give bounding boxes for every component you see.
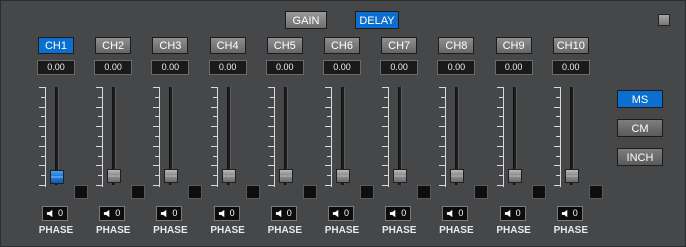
phase-label: PHASE [210,225,245,236]
speaker-icon [332,209,339,218]
phase-label: PHASE [95,225,131,236]
channel-select-box-8[interactable] [474,185,489,199]
phase-value: 0 [572,208,578,218]
unit-cm-button[interactable]: CM [617,119,663,137]
channel-button-8[interactable]: CH8 [438,37,475,54]
phase-toggle-4[interactable]: 0 [213,206,240,221]
fader-knob-8[interactable] [450,169,465,183]
phase-toggle-10[interactable]: 0 [556,206,583,221]
channel-button-3[interactable]: CH3 [152,37,189,54]
phase-value: 0 [286,208,292,218]
delay-value-field-1[interactable]: 0.00 [37,60,75,75]
fader-scale [325,87,332,187]
speaker-icon [104,209,110,218]
fader-scale [267,87,275,187]
channel-select-box-1[interactable] [74,185,88,199]
phase-toggle-7[interactable]: 0 [385,206,412,221]
speaker-icon [447,209,453,218]
channel-button-4[interactable]: CH4 [209,37,246,54]
delay-panel: GAIN DELAY MS CM INCH CH1 0.00 0 PHASE CH2 0.… [0,0,686,247]
channel-select-box-9[interactable] [531,185,546,199]
fader-scale [496,87,504,187]
delay-value-field-9[interactable]: 0.00 [494,60,533,75]
speaker-icon [561,209,568,218]
channel-select-box-2[interactable] [131,185,146,199]
fader-knob-2[interactable] [107,169,122,183]
channel-button-1[interactable]: CH1 [38,37,74,54]
phase-toggle-6[interactable]: 0 [328,206,354,221]
speaker-icon [275,209,282,218]
delay-value-field-2[interactable]: 0.00 [94,60,133,75]
delay-value-field-4[interactable]: 0.00 [208,60,247,75]
delay-value-field-7[interactable]: 0.00 [380,60,419,75]
phase-toggle-9[interactable]: 0 [499,206,526,221]
fader-scale [382,87,390,187]
speaker-icon [504,209,510,218]
phase-label: PHASE [153,225,188,236]
phase-value: 0 [58,208,64,218]
channel-button-6[interactable]: CH6 [324,37,360,54]
delay-value-field-10[interactable]: 0.00 [551,60,590,75]
delay-value-field-3[interactable]: 0.00 [151,60,190,75]
unit-inch-button[interactable]: INCH [617,148,663,166]
phase-value: 0 [344,208,350,218]
fader-scale [553,87,561,187]
channel-select-box-6[interactable] [360,185,374,199]
channel-select-box-5[interactable] [302,185,317,199]
fader-knob-10[interactable] [564,169,579,183]
delay-value-field-6[interactable]: 0.00 [323,60,361,75]
phase-label: PHASE [267,225,303,236]
fader-knob-1[interactable] [50,170,64,184]
fader-scale [96,87,104,187]
phase-label: PHASE [381,225,417,236]
phase-value: 0 [172,208,178,218]
phase-value: 0 [115,208,121,218]
phase-toggle-1[interactable]: 0 [42,206,68,221]
channel-button-5[interactable]: CH5 [266,37,303,54]
channel-select-box-10[interactable] [588,185,603,199]
channel-button-2[interactable]: CH2 [95,37,132,54]
fader-knob-4[interactable] [221,169,236,183]
speaker-icon [46,209,53,218]
phase-label: PHASE [496,225,531,236]
channel-select-box-7[interactable] [417,185,432,199]
fader-knob-9[interactable] [507,169,522,183]
speaker-icon [390,209,396,218]
delay-mode-button[interactable]: DELAY [355,11,399,29]
fader-scale [210,87,218,187]
phase-label: PHASE [324,225,360,236]
fader-scale [439,87,447,187]
phase-toggle-8[interactable]: 0 [442,206,469,221]
gain-mode-button[interactable]: GAIN [285,11,327,29]
fader-knob-5[interactable] [278,169,293,183]
phase-value: 0 [401,208,407,218]
corner-toggle-button[interactable] [658,14,670,26]
fader-knob-7[interactable] [393,169,408,183]
channel-select-box-3[interactable] [188,185,203,199]
channel-button-9[interactable]: CH9 [495,37,532,54]
delay-value-field-5[interactable]: 0.00 [265,60,304,75]
phase-value: 0 [229,208,235,218]
phase-label: PHASE [553,225,589,236]
phase-toggle-3[interactable]: 0 [156,206,183,221]
phase-toggle-5[interactable]: 0 [270,206,297,221]
phase-toggle-2[interactable]: 0 [99,206,126,221]
speaker-icon [218,209,224,218]
phase-label: PHASE [38,225,74,236]
fader-knob-3[interactable] [164,169,179,183]
fader-scale [39,87,46,187]
phase-label: PHASE [439,225,474,236]
phase-value: 0 [458,208,464,218]
speaker-icon [161,209,167,218]
phase-value: 0 [515,208,521,218]
channel-button-7[interactable]: CH7 [381,37,418,54]
fader-knob-6[interactable] [336,169,350,183]
channel-button-10[interactable]: CH10 [552,37,589,54]
fader-scale [153,87,161,187]
delay-value-field-8[interactable]: 0.00 [437,60,476,75]
channel-select-box-4[interactable] [245,185,260,199]
unit-ms-button[interactable]: MS [617,90,663,108]
